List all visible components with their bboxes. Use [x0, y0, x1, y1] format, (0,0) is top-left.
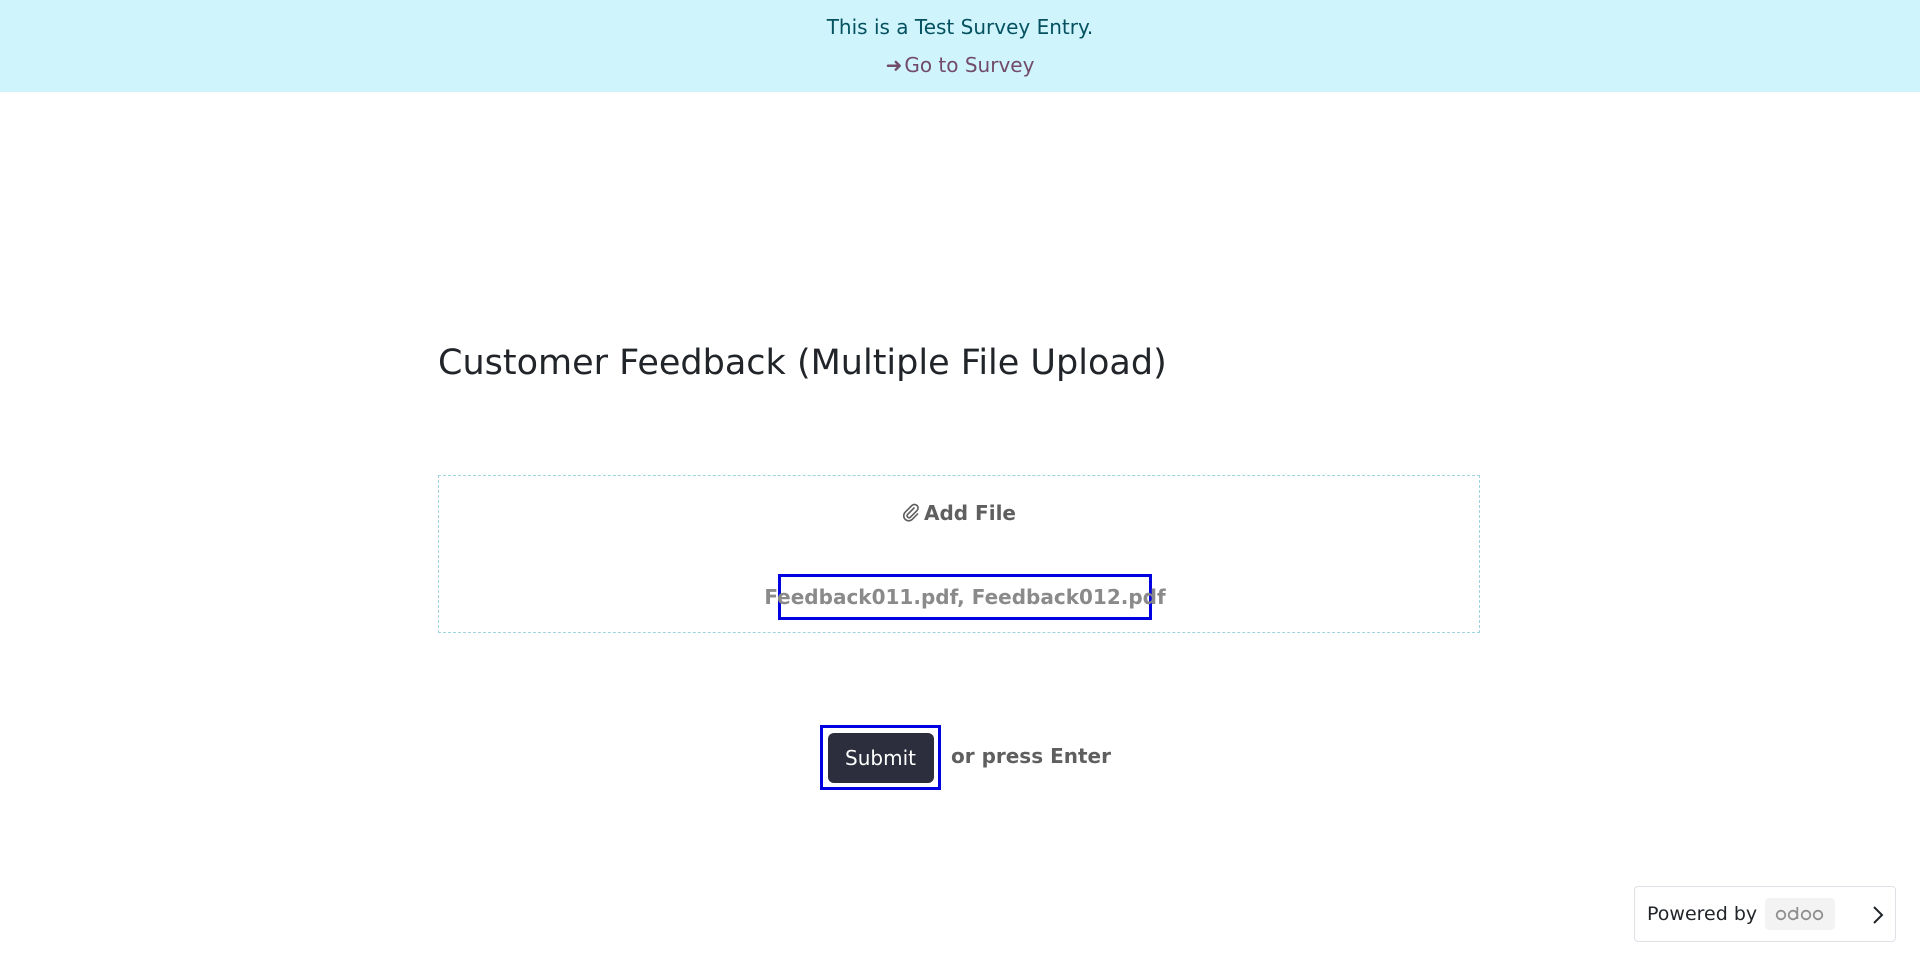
uploaded-file-names: Feedback011.pdf, Feedback012.pdf [764, 574, 1166, 620]
arrow-right-icon: ➜ [885, 53, 903, 77]
submit-button[interactable]: Submit [827, 732, 934, 783]
powered-by-label: Powered by [1647, 903, 1758, 925]
file-upload-area: Add File Feedback011.pdf, Feedback012.pd… [438, 475, 1480, 633]
add-file-button[interactable]: Add File [439, 501, 1479, 525]
powered-by-badge[interactable]: Powered by [1634, 886, 1896, 942]
paperclip-icon [902, 503, 919, 522]
add-file-label: Add File [923, 501, 1016, 525]
go-to-survey-link[interactable]: ➜ Go to Survey [0, 53, 1920, 77]
press-enter-hint: or press Enter [951, 744, 1111, 768]
odoo-logo [1765, 898, 1836, 930]
submit-highlight: Submit [820, 725, 941, 790]
banner-message: This is a Test Survey Entry. [826, 15, 1094, 39]
go-to-survey-label: Go to Survey [904, 53, 1035, 77]
survey-title: Customer Feedback (Multiple File Upload) [438, 343, 1167, 383]
chevron-right-icon[interactable] [1871, 904, 1885, 931]
test-entry-banner: This is a Test Survey Entry. ➜ Go to Sur… [0, 0, 1920, 92]
